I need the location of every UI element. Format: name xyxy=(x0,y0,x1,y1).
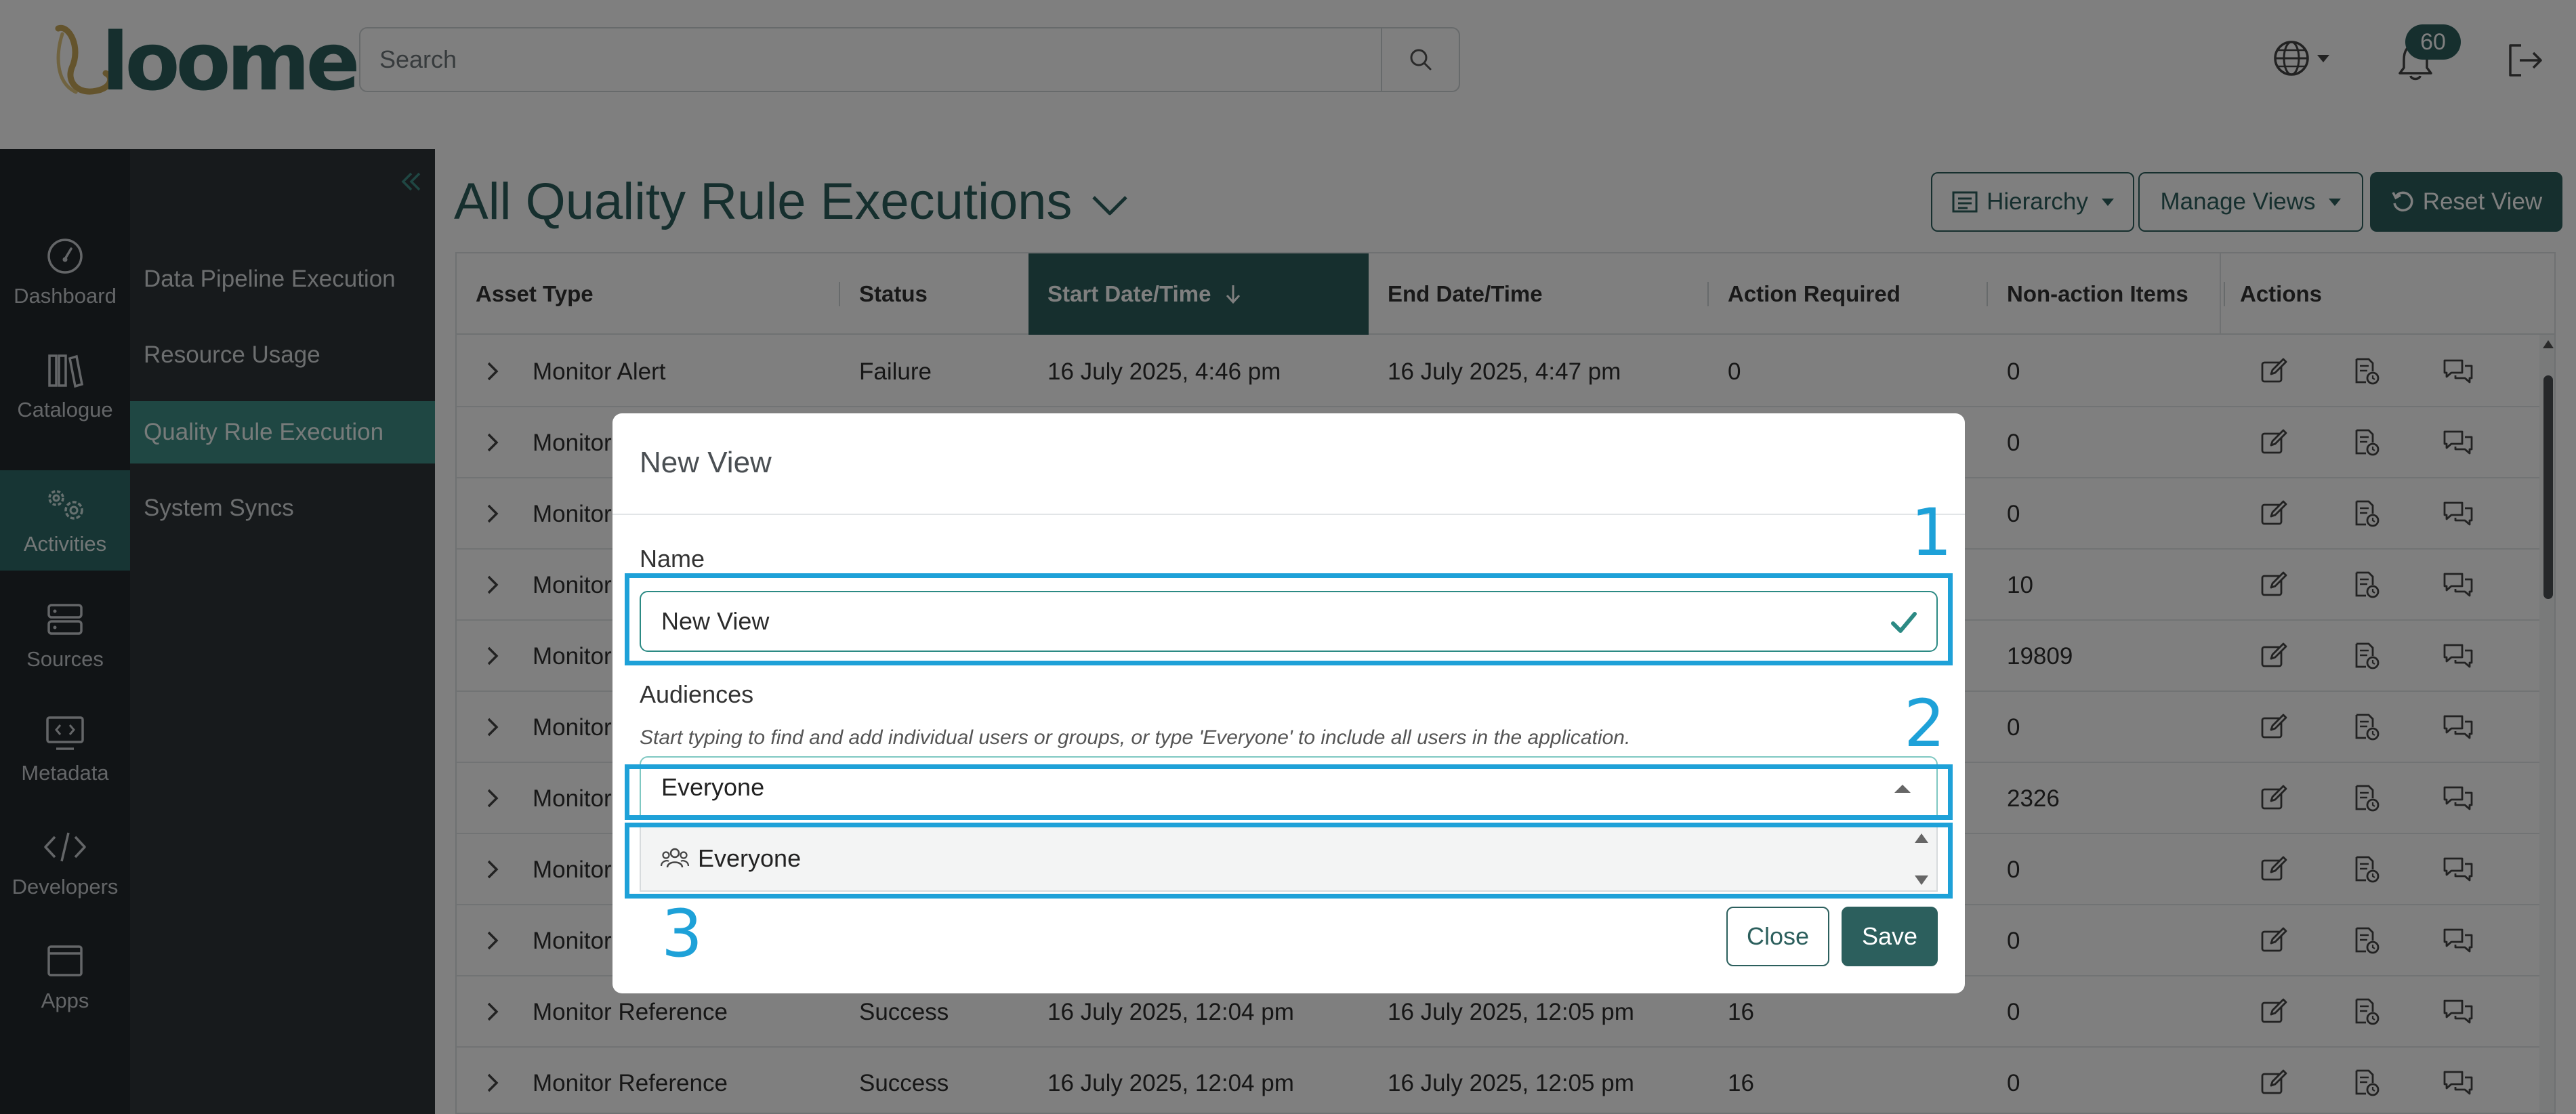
save-button[interactable]: Save xyxy=(1842,907,1938,966)
modal-title: New View xyxy=(640,446,772,479)
callout-number-1: 1 xyxy=(1911,495,1953,571)
callout-box-2 xyxy=(625,764,1953,820)
close-button[interactable]: Close xyxy=(1726,907,1829,966)
callout-box-1 xyxy=(625,573,1953,665)
new-view-modal: New View Name Audiences Start typing to … xyxy=(612,413,1965,993)
audiences-label: Audiences xyxy=(640,680,754,708)
callout-number-2: 2 xyxy=(1904,686,1946,762)
callout-box-3 xyxy=(625,823,1953,899)
modal-divider xyxy=(612,514,1965,515)
callout-number-3: 3 xyxy=(661,896,703,972)
name-label: Name xyxy=(640,545,705,573)
audiences-hint: Start typing to find and add individual … xyxy=(640,726,1631,749)
